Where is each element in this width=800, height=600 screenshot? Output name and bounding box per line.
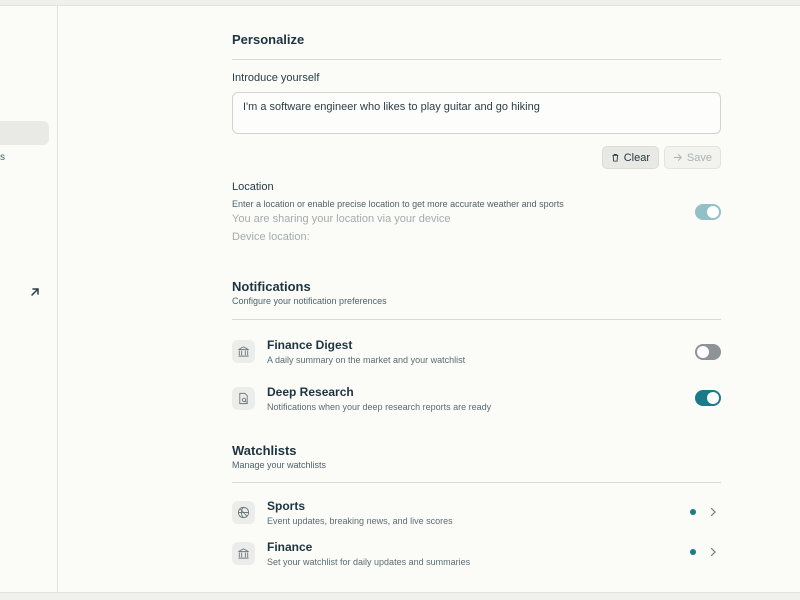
chevron-right-icon[interactable] bbox=[708, 507, 718, 517]
intro-label: Introduce yourself bbox=[232, 72, 320, 84]
external-link-icon[interactable] bbox=[28, 285, 42, 299]
sidebar-item-active[interactable] bbox=[0, 121, 49, 145]
list-item-title: Finance Digest bbox=[267, 338, 353, 352]
bottom-border bbox=[0, 592, 800, 600]
list-item-title: Deep Research bbox=[267, 385, 354, 399]
divider bbox=[232, 482, 721, 483]
bank-icon bbox=[232, 542, 255, 565]
status-dot bbox=[690, 549, 696, 555]
location-description: Enter a location or enable precise locat… bbox=[232, 199, 564, 209]
watchlists-title: Watchlists bbox=[232, 443, 297, 458]
list-item-description: Set your watchlist for daily updates and… bbox=[267, 557, 471, 567]
intro-textarea[interactable]: I'm a software engineer who likes to pla… bbox=[232, 92, 721, 134]
divider bbox=[232, 59, 721, 60]
chevron-right-icon[interactable] bbox=[708, 547, 718, 557]
top-border bbox=[0, 0, 800, 6]
status-dot bbox=[690, 509, 696, 515]
sidebar-item-label[interactable]: s bbox=[0, 152, 5, 163]
sidebar: s bbox=[0, 6, 58, 592]
finance-digest-toggle[interactable] bbox=[695, 344, 721, 360]
clear-button-label: Clear bbox=[623, 151, 650, 164]
notifications-subtitle: Configure your notification preferences bbox=[232, 296, 387, 306]
clear-button[interactable]: Clear bbox=[602, 146, 659, 169]
location-sharing-text: You are sharing your location via your d… bbox=[232, 213, 451, 225]
location-title: Location bbox=[232, 181, 274, 193]
trash-icon bbox=[612, 154, 619, 162]
divider bbox=[232, 319, 721, 320]
device-location-label: Device location: bbox=[232, 231, 310, 243]
research-icon bbox=[232, 387, 255, 410]
basketball-icon bbox=[232, 501, 255, 524]
arrow-right-icon bbox=[673, 154, 682, 161]
save-button[interactable]: Save bbox=[664, 146, 721, 169]
settings-window: s Personalize Introduce yourself I'm a s… bbox=[0, 0, 800, 600]
personalize-title: Personalize bbox=[232, 32, 305, 47]
location-toggle[interactable] bbox=[695, 204, 721, 220]
notifications-title: Notifications bbox=[232, 279, 311, 294]
list-item-title[interactable]: Sports bbox=[267, 499, 305, 513]
list-item-description: Event updates, breaking news, and live s… bbox=[267, 516, 453, 526]
bank-icon bbox=[232, 340, 255, 363]
deep-research-toggle[interactable] bbox=[695, 390, 721, 406]
save-button-label: Save bbox=[686, 151, 712, 164]
list-item-description: Notifications when your deep research re… bbox=[267, 402, 492, 412]
watchlists-subtitle: Manage your watchlists bbox=[232, 460, 327, 470]
list-item-description: A daily summary on the market and your w… bbox=[267, 355, 466, 365]
list-item-title[interactable]: Finance bbox=[267, 540, 312, 554]
